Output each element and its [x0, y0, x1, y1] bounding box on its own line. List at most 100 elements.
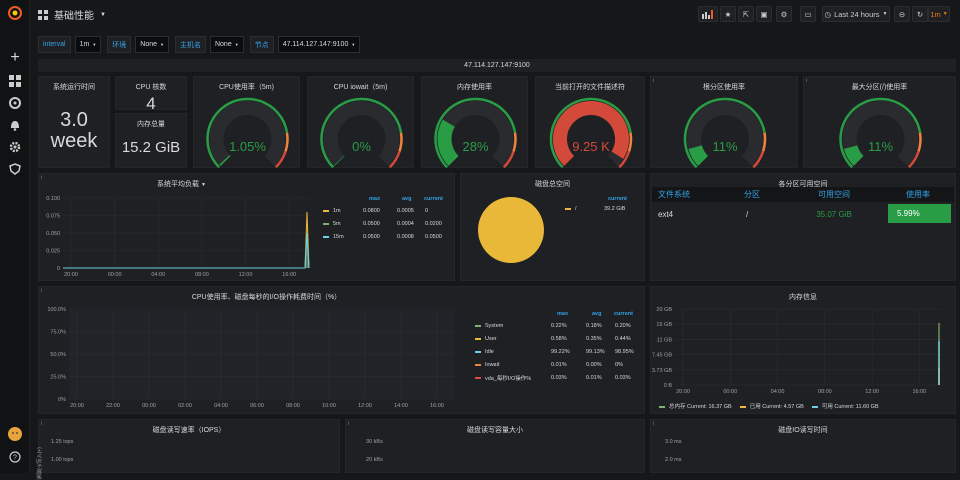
row-title[interactable]: 47.114.127.147:9100	[38, 59, 956, 72]
y-tick-label: 0.100	[46, 196, 60, 202]
panel-title: 当前打开的文件描述符	[536, 82, 644, 92]
grafana-logo-icon[interactable]	[7, 5, 23, 21]
variable-select-env[interactable]: None▼	[135, 36, 169, 53]
legend-name: 1m	[333, 208, 341, 214]
legend-item[interactable]: 总内存 Current: 16.37 GB	[659, 402, 732, 410]
dashboards-icon	[38, 10, 48, 20]
shield-icon[interactable]	[7, 161, 23, 177]
variable-select-hostname[interactable]: None▼	[210, 36, 244, 53]
table-header-mount[interactable]: 分区	[718, 187, 786, 202]
settings-button[interactable]: ⚙	[776, 6, 792, 22]
explore-icon[interactable]	[7, 95, 23, 111]
panel-title: CPU iowait（5m)	[308, 82, 413, 92]
svg-text:?: ?	[13, 455, 17, 462]
refresh-interval-picker[interactable]: 1m ▼	[928, 6, 950, 22]
legend-item[interactable]: /	[565, 204, 577, 213]
pie-slice	[478, 197, 544, 263]
legend-header: max	[557, 311, 568, 317]
legend-value: 0%	[615, 360, 623, 369]
legend-value: 4.57 GB	[784, 404, 804, 410]
uptime-panel: 系统运行时间 3.0 week	[38, 76, 110, 168]
x-tick-label: 00:00	[108, 272, 122, 278]
y-tick-label: 30 kBs	[366, 439, 383, 445]
share-button[interactable]: ⇱	[738, 6, 754, 22]
avatar[interactable]	[7, 426, 23, 442]
refresh-interval-value: 1m	[930, 10, 940, 19]
variable-label-env: 环境	[107, 36, 131, 53]
y-tick-label: 20 kBs	[366, 457, 383, 463]
x-tick-label: 04:00	[151, 272, 165, 278]
legend-swatch	[323, 223, 329, 225]
gauge-value: 1.05%	[229, 139, 266, 154]
legend-item[interactable]: 5m	[323, 219, 341, 228]
gauge-threshold-orange	[400, 133, 402, 152]
x-tick-label: 12:00	[239, 272, 253, 278]
table-header-fs[interactable]: 文件系统	[652, 187, 718, 202]
legend-header: avg	[402, 196, 411, 202]
y-tick-label: 75.0%	[50, 330, 66, 336]
y-tick-label: 1.25 iops	[51, 439, 73, 445]
plus-icon[interactable]: +	[7, 50, 23, 66]
x-tick-label: 14:00	[394, 403, 408, 409]
legend-item[interactable]: Idle	[475, 347, 494, 356]
gauge-fill	[851, 147, 859, 161]
time-picker-button[interactable]: ◷ Last 24 hours ▼	[822, 6, 890, 22]
legend-item[interactable]: Iowait	[475, 360, 499, 369]
dashboards-icon[interactable]	[7, 73, 23, 89]
variable-select-node[interactable]: 47.114.127.147:9100▼	[278, 36, 361, 53]
y-tick-label: 1.00 iops	[51, 457, 73, 463]
load-legend: max avg current 1m0.08000.000505m0.05000…	[319, 194, 454, 264]
legend-item[interactable]: System	[475, 321, 503, 330]
save-button[interactable]: ▣	[756, 6, 772, 22]
star-button[interactable]: ★	[720, 6, 736, 22]
gear-icon[interactable]	[7, 139, 23, 155]
zoom-out-button[interactable]: ⊖	[894, 6, 910, 22]
x-tick-label: 16:00	[430, 403, 444, 409]
legend-swatch	[812, 406, 818, 408]
legend-name: 已用	[750, 404, 761, 410]
gauge-panel-memory: 内存使用率 28%	[421, 76, 528, 168]
variable-label-interval: interval	[38, 36, 71, 53]
legend-value: 0.58%	[551, 334, 567, 343]
add-panel-button[interactable]	[698, 6, 718, 22]
x-tick-label: 12:00	[865, 389, 879, 395]
dashboard-title: 基础性能	[54, 7, 94, 22]
help-icon[interactable]: ?	[7, 449, 23, 465]
monitor-icon: ▭	[804, 10, 811, 19]
legend-swatch	[475, 325, 481, 327]
legend-value: 0.35%	[586, 334, 602, 343]
uptime-unit: week	[39, 130, 109, 153]
legend-item[interactable]: 15m	[323, 232, 344, 241]
variable-value: None	[215, 41, 232, 48]
gauge-value: 11%	[868, 139, 893, 154]
refresh-button[interactable]: ↻	[912, 6, 928, 22]
legend-value: 0	[425, 206, 428, 215]
legend-value: 99.22%	[551, 347, 570, 356]
legend-label: Current:	[762, 404, 782, 410]
chevron-down-icon: ▼	[160, 42, 164, 47]
legend-value: 0.0500	[363, 232, 380, 241]
variable-select-interval[interactable]: 1m▼	[75, 36, 102, 53]
dashboard-title-picker[interactable]: 基础性能 ▼	[38, 7, 106, 22]
legend-item[interactable]: vda_每秒I/O操作%	[475, 373, 531, 382]
bell-icon[interactable]	[7, 117, 23, 133]
table-header-usage[interactable]: 使用率	[882, 187, 954, 202]
table-header-avail[interactable]: 可用空间	[786, 187, 882, 202]
legend-item[interactable]: 1m	[323, 206, 341, 215]
legend-value: 0.20%	[615, 321, 631, 330]
legend-header: max	[369, 196, 380, 202]
legend-item[interactable]: 可用 Current: 11.60 GB	[812, 402, 879, 410]
table-cell-mount: /	[746, 204, 776, 225]
gauge-fill	[225, 160, 226, 161]
tv-mode-button[interactable]: ▭	[800, 6, 816, 22]
gear-icon: ⚙	[781, 10, 788, 19]
y-tick-label: 0.025	[46, 249, 60, 255]
panel-title: CPU 核数	[116, 82, 186, 92]
x-tick-label: 02:00	[178, 403, 192, 409]
legend-item[interactable]: 已用 Current: 4.57 GB	[740, 402, 804, 410]
variable-value: 1m	[80, 41, 90, 48]
cpu-cores-panel: CPU 核数 4	[115, 76, 187, 110]
legend-item[interactable]: User	[475, 334, 497, 343]
panel-title: 内存使用率	[422, 82, 527, 92]
y-axis-label: 读取(-)/写入(+)	[36, 447, 43, 480]
